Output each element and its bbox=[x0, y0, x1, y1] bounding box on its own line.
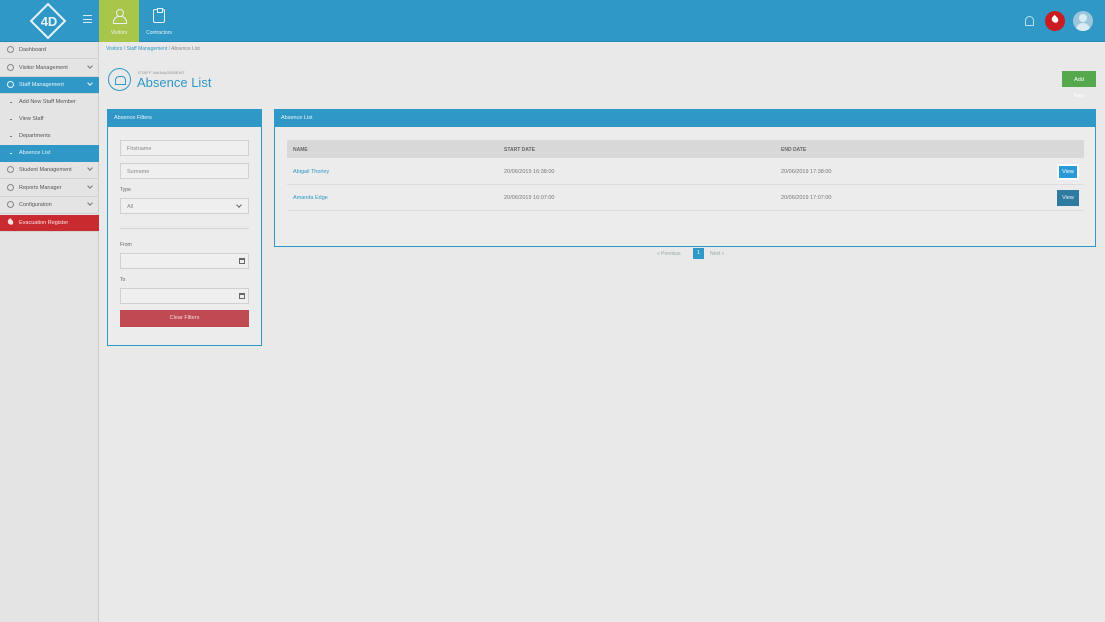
breadcrumb: Visitors / Staff Management / Absence Li… bbox=[106, 46, 200, 52]
sidebar-item-evacuation-register[interactable]: Evacuation Register bbox=[0, 215, 99, 232]
reports-icon bbox=[7, 184, 14, 191]
top-bar: 4D Visitors Contractors bbox=[0, 0, 1105, 42]
sidebar-item-label: Staff Management bbox=[19, 82, 64, 88]
add-new-button[interactable]: Add New bbox=[1062, 71, 1096, 99]
sidebar-item-dashboard[interactable]: Dashboard bbox=[0, 42, 99, 59]
student-icon bbox=[7, 166, 14, 173]
table-header: NAME START DATE END DATE bbox=[287, 140, 1084, 158]
column-header-end-date[interactable]: END DATE bbox=[781, 147, 806, 153]
bullet-icon bbox=[10, 102, 12, 103]
breadcrumb-current: Absence List bbox=[171, 46, 200, 52]
column-header-start-date[interactable]: START DATE bbox=[504, 147, 535, 153]
evacuation-alert-button[interactable] bbox=[1045, 11, 1065, 31]
row-name-link[interactable]: Amanda Edge bbox=[293, 195, 328, 201]
type-label: Type bbox=[120, 187, 131, 193]
to-date-input[interactable] bbox=[120, 288, 249, 304]
panel-title: Absence Filters bbox=[108, 110, 261, 127]
row-end-date: 20/06/2019 17:07:00 bbox=[781, 195, 832, 201]
sidebar-item-label: Evacuation Register bbox=[19, 220, 69, 226]
to-label: To bbox=[120, 277, 126, 283]
row-name-link[interactable]: Abigail Thorley bbox=[293, 169, 329, 175]
sidebar-item-visitor-management[interactable]: Visitor Management bbox=[0, 60, 99, 77]
absence-filters-panel: Absence Filters Firstname Surname Type A… bbox=[107, 109, 262, 346]
from-label: From bbox=[120, 242, 132, 248]
pagination: « Previous 1 Next » bbox=[287, 248, 1084, 260]
nav-contractors-label: Contractors bbox=[146, 30, 172, 36]
sidebar-subitem-label: Absence List bbox=[19, 150, 51, 156]
firstname-input[interactable]: Firstname bbox=[120, 140, 249, 156]
surname-input[interactable]: Surname bbox=[120, 163, 249, 179]
bell-icon[interactable] bbox=[1025, 16, 1034, 26]
sidebar: Dashboard Visitor Management Staff Manag… bbox=[0, 42, 99, 622]
clear-filters-button[interactable]: Clear Filters bbox=[120, 310, 249, 327]
view-button[interactable]: View bbox=[1057, 190, 1079, 206]
sidebar-subitem-add-new-staff[interactable]: Add New Staff Member bbox=[0, 94, 99, 111]
sidebar-item-reports-manager[interactable]: Reports Manager bbox=[0, 180, 99, 197]
calendar-icon[interactable] bbox=[239, 258, 245, 264]
bullet-icon bbox=[10, 119, 12, 120]
avatar[interactable] bbox=[1073, 11, 1093, 31]
sidebar-item-label: Dashboard bbox=[19, 47, 46, 53]
drop-icon bbox=[6, 218, 15, 226]
chevron-down-icon bbox=[87, 165, 93, 171]
sidebar-subitem-label: Add New Staff Member bbox=[19, 99, 76, 105]
breadcrumb-visitors[interactable]: Visitors bbox=[106, 46, 122, 52]
row-start-date: 20/06/2019 16:07:00 bbox=[504, 195, 555, 201]
sidebar-item-student-management[interactable]: Student Management bbox=[0, 162, 99, 179]
user-icon bbox=[7, 64, 14, 71]
divider bbox=[120, 228, 249, 229]
sidebar-subitem-label: View Staff bbox=[19, 116, 44, 122]
sidebar-subitem-absence-list[interactable]: Absence List bbox=[0, 145, 99, 162]
nav-visitors-label: Visitors bbox=[110, 30, 128, 36]
menu-toggle-icon[interactable] bbox=[83, 15, 92, 23]
chevron-down-icon bbox=[87, 80, 93, 86]
chevron-down-icon bbox=[87, 200, 93, 206]
nav-visitors[interactable]: Visitors bbox=[99, 0, 139, 42]
sidebar-item-staff-management[interactable]: Staff Management bbox=[0, 77, 99, 94]
row-start-date: 20/06/2019 16:38:00 bbox=[504, 169, 555, 175]
dashboard-icon bbox=[7, 46, 14, 53]
page-title: Absence List bbox=[137, 75, 212, 90]
pagination-next[interactable]: Next » bbox=[710, 251, 724, 257]
row-end-date: 20/06/2019 17:38:00 bbox=[781, 169, 832, 175]
sidebar-item-label: Reports Manager bbox=[19, 185, 62, 191]
staff-icon bbox=[7, 81, 14, 88]
absence-table: NAME START DATE END DATE Abigail Thorley… bbox=[287, 140, 1084, 259]
staff-icon bbox=[108, 68, 131, 91]
pagination-page-1[interactable]: 1 bbox=[693, 248, 704, 259]
sidebar-subitem-departments[interactable]: Departments bbox=[0, 128, 99, 145]
sidebar-item-label: Configuration bbox=[19, 202, 52, 208]
sidebar-item-configuration[interactable]: Configuration bbox=[0, 197, 99, 214]
breadcrumb-separator: / bbox=[123, 46, 126, 52]
sidebar-subitem-view-staff[interactable]: View Staff bbox=[0, 111, 99, 128]
pagination-previous[interactable]: « Previous bbox=[657, 251, 681, 257]
from-date-input[interactable] bbox=[120, 253, 249, 269]
breadcrumb-separator: / bbox=[168, 46, 171, 52]
table-row: Amanda Edge 20/06/2019 16:07:00 20/06/20… bbox=[287, 185, 1084, 211]
type-select[interactable]: All bbox=[120, 198, 249, 214]
gear-icon bbox=[7, 201, 14, 208]
logo-text: 4D bbox=[40, 14, 58, 29]
breadcrumb-staff-management[interactable]: Staff Management bbox=[126, 46, 167, 52]
table-row: Abigail Thorley 20/06/2019 16:38:00 20/0… bbox=[287, 159, 1084, 185]
bullet-icon bbox=[10, 153, 12, 154]
clipboard-icon bbox=[153, 8, 165, 23]
chevron-down-icon bbox=[236, 202, 242, 208]
sidebar-item-label: Visitor Management bbox=[19, 65, 68, 71]
chevron-down-icon bbox=[87, 183, 93, 189]
panel-title: Absence List bbox=[275, 110, 1095, 127]
person-icon bbox=[113, 9, 127, 24]
calendar-icon[interactable] bbox=[239, 293, 245, 299]
sidebar-item-label: Student Management bbox=[19, 167, 72, 173]
chevron-down-icon bbox=[87, 63, 93, 69]
type-select-value: All bbox=[127, 204, 134, 210]
nav-contractors[interactable]: Contractors bbox=[139, 0, 179, 42]
view-button[interactable]: View bbox=[1057, 164, 1079, 180]
absence-list-panel: Absence List NAME START DATE END DATE Ab… bbox=[274, 109, 1096, 259]
bullet-icon bbox=[10, 136, 12, 137]
sidebar-subitem-label: Departments bbox=[19, 133, 51, 139]
column-header-name[interactable]: NAME bbox=[293, 147, 308, 153]
